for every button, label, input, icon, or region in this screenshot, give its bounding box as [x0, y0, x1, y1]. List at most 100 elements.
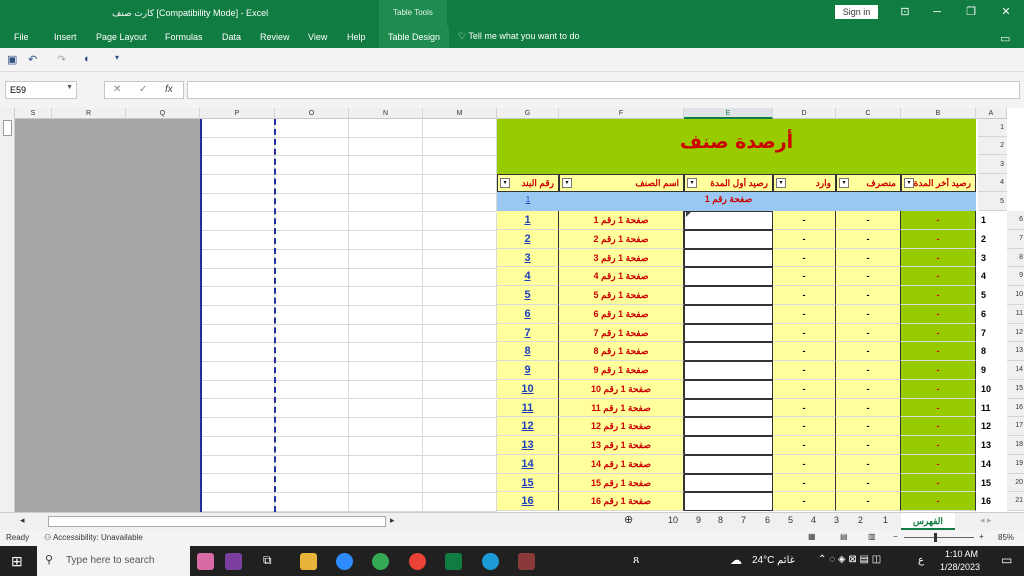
item-number-cell[interactable]: 2 [497, 229, 559, 249]
closing-balance-cell[interactable]: - [901, 398, 976, 418]
column-header-r[interactable]: R [52, 108, 126, 119]
cell[interactable] [200, 455, 275, 475]
closing-balance-cell[interactable]: - [901, 304, 976, 324]
header-cell-f[interactable]: ▾ اسم الصنف [559, 174, 684, 192]
tab-review[interactable]: Review [260, 32, 290, 42]
zoom-level[interactable]: 85% [998, 533, 1014, 542]
opening-balance-cell[interactable] [684, 436, 773, 455]
filter-dropdown-icon[interactable]: ▾ [839, 178, 849, 188]
filter-dropdown-icon[interactable]: ▾ [687, 178, 697, 188]
item-number-link[interactable]: 11 [497, 402, 558, 414]
outgoing-cell[interactable]: - [836, 379, 901, 399]
cell[interactable] [423, 380, 497, 400]
outgoing-cell[interactable]: - [836, 361, 901, 380]
widget-icon[interactable] [197, 553, 214, 570]
scroll-right-icon[interactable]: ▸ [390, 515, 395, 526]
outgoing-cell[interactable]: - [836, 436, 901, 455]
item-number-cell[interactable]: 13 [497, 436, 559, 455]
close-icon[interactable]: ✕ [996, 4, 1016, 20]
header-cell-d[interactable]: ▾ وارد [773, 174, 836, 192]
accessibility-status[interactable]: ⚇ Accessibility: Unavailable [44, 533, 143, 542]
cell[interactable] [200, 249, 275, 269]
item-number-link[interactable]: 5 [497, 289, 558, 301]
page-break-view-icon[interactable]: ▥ [868, 532, 876, 541]
item-name-cell[interactable]: صفحة 1 رقم 14 [559, 454, 684, 474]
cell[interactable] [423, 474, 497, 493]
incoming-cell[interactable]: - [773, 361, 836, 380]
cell[interactable] [349, 343, 423, 363]
taskbar-search[interactable]: ⚲ Type here to search [37, 546, 190, 576]
closing-balance-cell[interactable]: - [901, 361, 976, 380]
incoming-cell[interactable]: - [773, 286, 836, 305]
sheet-tab-8[interactable]: 8 [718, 515, 723, 525]
undo-icon[interactable]: ↶ [28, 53, 37, 66]
tab-file[interactable]: File [14, 32, 29, 42]
chrome-profile-icon[interactable] [409, 553, 426, 570]
incoming-cell[interactable]: - [773, 379, 836, 399]
cell[interactable] [200, 436, 275, 456]
column-header-m[interactable]: M [423, 108, 497, 119]
excel-icon[interactable] [445, 553, 462, 570]
item-number-link[interactable]: 4 [497, 270, 558, 282]
item-number-cell[interactable]: 11 [497, 398, 559, 418]
item-name-cell[interactable]: صفحة 1 رقم 13 [559, 436, 684, 455]
enter-icon[interactable]: ✓ [139, 84, 147, 95]
outgoing-cell[interactable]: - [836, 473, 901, 493]
filter-dropdown-icon[interactable]: ▾ [562, 178, 572, 188]
scroll-left-icon[interactable]: ◂ [20, 515, 25, 526]
sheet-tab-5[interactable]: 5 [788, 515, 793, 525]
item-name-cell[interactable]: صفحة 1 رقم 3 [559, 248, 684, 268]
header-cell-e[interactable]: ▾ رصيد أول المدة [684, 174, 773, 192]
row-header[interactable]: 15 [1007, 379, 1024, 399]
sheet-tab-2[interactable]: 2 [858, 515, 863, 525]
row-header[interactable]: 12 [1007, 323, 1024, 343]
cell[interactable] [275, 175, 349, 194]
cell[interactable] [349, 212, 423, 232]
outgoing-cell[interactable]: - [836, 304, 901, 324]
item-number-cell[interactable]: 9 [497, 361, 559, 380]
cell[interactable] [200, 399, 275, 419]
row-header[interactable]: 18 [1007, 436, 1024, 455]
cell[interactable] [349, 193, 423, 213]
windows-start-icon[interactable]: ⊞ [11, 553, 23, 570]
item-name-cell[interactable]: صفحة 1 رقم 8 [559, 342, 684, 361]
closing-balance-cell[interactable]: - [901, 379, 976, 399]
opening-balance-cell[interactable] [684, 211, 773, 230]
outgoing-cell[interactable]: - [836, 267, 901, 286]
sheet-tab-index[interactable]: الفهرس [901, 513, 955, 530]
cell[interactable] [349, 455, 423, 475]
sheet-tab-9[interactable]: 9 [696, 515, 701, 525]
weather-text[interactable]: 24°C غائم [752, 555, 795, 566]
tab-insert[interactable]: Insert [54, 32, 77, 42]
cell[interactable] [349, 418, 423, 437]
item-number-cell[interactable]: 16 [497, 492, 559, 511]
row-header[interactable]: 14 [1007, 361, 1024, 380]
closing-balance-cell[interactable]: - [901, 473, 976, 493]
cell[interactable] [200, 137, 275, 157]
cell[interactable] [275, 436, 349, 456]
cell[interactable] [200, 324, 275, 344]
cell[interactable] [423, 455, 497, 475]
item-number-cell[interactable]: 15 [497, 473, 559, 493]
item-number-cell[interactable]: 5 [497, 286, 559, 305]
opening-balance-cell[interactable] [684, 398, 773, 418]
people-icon[interactable]: ጸ [633, 554, 639, 567]
item-number-cell[interactable]: 8 [497, 342, 559, 361]
item-name-cell[interactable]: صفحة 1 رقم 6 [559, 304, 684, 324]
formula-input[interactable] [187, 81, 1020, 99]
row-header[interactable]: 9 [1007, 267, 1024, 286]
outgoing-cell[interactable]: - [836, 417, 901, 436]
opening-balance-cell[interactable] [684, 473, 773, 493]
cell[interactable] [275, 493, 349, 512]
cell[interactable] [423, 418, 497, 437]
row-header[interactable]: 13 [1007, 342, 1024, 361]
sheet-tab-1[interactable]: 1 [883, 515, 888, 525]
column-header-d[interactable]: D [773, 108, 836, 119]
closing-balance-cell[interactable]: - [901, 286, 976, 305]
row-header[interactable]: 16 [1007, 398, 1024, 418]
column-header-e[interactable]: E [684, 108, 773, 119]
row-header[interactable]: 5 [978, 192, 1007, 211]
outgoing-cell[interactable]: - [836, 323, 901, 343]
opening-balance-cell[interactable] [684, 323, 773, 343]
row-header[interactable]: 11 [1007, 304, 1024, 324]
